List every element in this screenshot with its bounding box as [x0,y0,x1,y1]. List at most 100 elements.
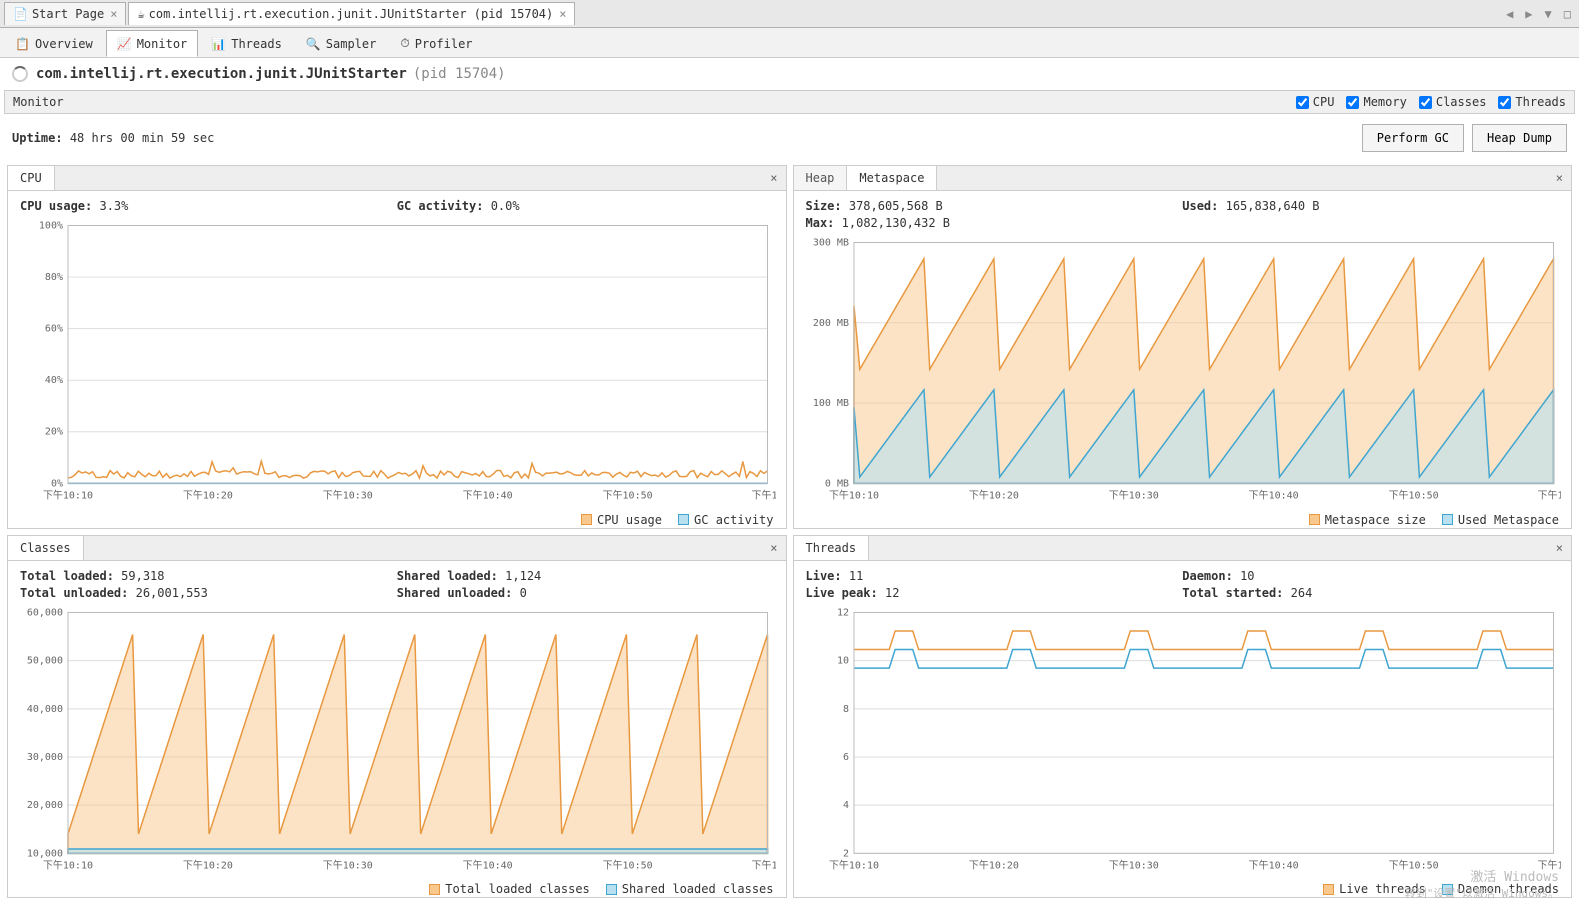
close-icon[interactable]: × [762,166,785,190]
maximize-icon[interactable]: □ [1560,5,1575,23]
heap-tab[interactable]: Heap [794,166,848,190]
cpu-chart: 0%20%40%60%80%100%下午10:10下午10:20下午10:30下… [8,215,786,509]
tab-overview[interactable]: 📋Overview [4,30,104,57]
tab-label: Start Page [32,7,104,21]
profiler-icon: ⏱ [400,36,409,51]
svg-text:下午10:10: 下午10:10 [828,858,878,871]
perform-gc-button[interactable]: Perform GC [1362,124,1464,152]
heap-panel: Heap Metaspace × Size: 378,605,568 B Use… [793,165,1573,529]
svg-text:100 MB: 100 MB [812,398,848,409]
threads-icon: 📊 [211,37,226,51]
metaspace-tab[interactable]: Metaspace [847,166,937,190]
svg-text:下午10:50: 下午10:50 [603,858,653,871]
svg-text:下午10:40: 下午10:40 [463,488,513,501]
overview-icon: 📋 [15,37,30,51]
svg-text:12: 12 [836,607,848,618]
svg-text:0 MB: 0 MB [824,478,848,489]
classes-chart: 10,00020,00030,00040,00050,00060,000下午10… [8,602,786,879]
checkbox-classes[interactable]: Classes [1419,95,1487,109]
checkbox-threads[interactable]: Threads [1498,95,1566,109]
close-icon[interactable]: × [1548,536,1571,560]
nav-right-icon[interactable]: ▶ [1521,5,1536,23]
svg-text:10: 10 [836,655,848,666]
svg-text:40,000: 40,000 [27,703,63,714]
heap-chart: 0 MB 100 MB 200 MB 300 MB 下午10:10 下午10:20 下午10… [794,232,1572,509]
title-bar: com.intellij.rt.execution.junit.JUnitSta… [0,58,1579,90]
sub-tab-bar: 📋Overview 📈Monitor 📊Threads 🔍Sampler ⏱Pr… [0,28,1579,58]
legend-shared-loaded: Shared loaded classes [606,882,774,896]
dropdown-icon[interactable]: ▼ [1541,5,1556,23]
classes-panel: Classes × Total loaded: 59,318 Shared lo… [7,535,787,899]
svg-text:下午10:30: 下午10:30 [323,488,373,501]
svg-text:下午10:20: 下午10:20 [183,488,233,501]
svg-text:200 MB: 200 MB [812,318,848,329]
monitor-label: Monitor [13,95,1284,109]
svg-text:下午10:40: 下午10:40 [1248,488,1298,501]
svg-text:下午10:10: 下午10:10 [43,858,93,871]
tab-threads[interactable]: 📊Threads [200,30,293,57]
checkbox-cpu[interactable]: CPU [1296,95,1335,109]
panels-grid: CPU × CPU usage: 3.3% GC activity: 0.0% … [0,162,1579,905]
sampler-icon: 🔍 [306,37,321,51]
java-icon: ☕ [137,7,144,21]
legend-gc-activity: GC activity [678,513,773,527]
legend-used-metaspace: Used Metaspace [1442,513,1559,527]
home-icon: 📄 [13,7,28,21]
tab-profiler[interactable]: ⏱Profiler [389,30,483,57]
close-icon[interactable]: × [559,7,566,21]
svg-text:6: 6 [842,751,848,762]
threads-tab[interactable]: Threads [794,536,870,560]
svg-text:下午10:50: 下午10:50 [1388,488,1438,501]
legend-metaspace-size: Metaspace size [1309,513,1426,527]
tab-monitor[interactable]: 📈Monitor [106,30,199,57]
monitor-header: Monitor CPU Memory Classes Threads [4,90,1575,114]
svg-text:下午11: 下午11 [752,858,776,871]
nav-left-icon[interactable]: ◀ [1502,5,1517,23]
svg-text:下午10:30: 下午10:30 [1108,858,1158,871]
svg-text:8: 8 [842,703,848,714]
checkbox-memory[interactable]: Memory [1346,95,1406,109]
tab-app[interactable]: ☕ com.intellij.rt.execution.junit.JUnitS… [128,2,575,25]
svg-text:下午10:10: 下午10:10 [43,488,93,501]
svg-text:下午10:50: 下午10:50 [603,488,653,501]
svg-text:80%: 80% [45,272,63,283]
svg-text:下午10:30: 下午10:30 [323,858,373,871]
close-icon[interactable]: × [1548,166,1571,190]
svg-text:下午10:20: 下午10:20 [968,858,1018,871]
classes-tab[interactable]: Classes [8,536,84,560]
legend-cpu-usage: CPU usage [581,513,662,527]
svg-text:下午10:40: 下午10:40 [463,858,513,871]
spinner-icon [12,66,28,82]
uptime: Uptime: 48 hrs 00 min 59 sec [12,131,1354,145]
svg-text:下午10:50: 下午10:50 [1388,858,1438,871]
svg-text:0%: 0% [51,478,63,489]
close-icon[interactable]: × [110,7,117,21]
nav-icons: ◀ ▶ ▼ □ [1502,5,1575,23]
legend-live-threads: Live threads [1323,882,1426,896]
legend-daemon-threads: Daemon threads [1442,882,1559,896]
svg-text:60%: 60% [45,324,63,335]
cpu-panel: CPU × CPU usage: 3.3% GC activity: 0.0% … [7,165,787,529]
svg-text:50,000: 50,000 [27,655,63,666]
cpu-tab[interactable]: CPU [8,166,55,190]
svg-text:300 MB: 300 MB [812,237,848,248]
svg-text:下午10:20: 下午10:20 [968,488,1018,501]
svg-text:20%: 20% [45,427,63,438]
threads-chart: 24681012下午10:10下午10:20下午10:30下午10:40下午10… [794,602,1572,879]
svg-text:下午10:40: 下午10:40 [1248,858,1298,871]
monitor-icon: 📈 [117,37,132,51]
svg-text:10,000: 10,000 [27,848,63,859]
svg-text:60,000: 60,000 [27,607,63,618]
threads-panel: Threads × Live: 11 Daemon: 10 Live peak:… [793,535,1573,899]
tab-start-page[interactable]: 📄 Start Page × [4,2,126,25]
svg-text:下午11: 下午11 [1537,488,1561,501]
svg-text:下午10:10: 下午10:10 [828,488,878,501]
tab-label: com.intellij.rt.execution.junit.JUnitSta… [149,7,554,21]
svg-text:100%: 100% [39,220,63,231]
tab-sampler[interactable]: 🔍Sampler [295,30,388,57]
heap-dump-button[interactable]: Heap Dump [1472,124,1567,152]
svg-text:4: 4 [842,800,848,811]
svg-text:下午10:30: 下午10:30 [1108,488,1158,501]
legend-total-loaded: Total loaded classes [429,882,590,896]
close-icon[interactable]: × [762,536,785,560]
